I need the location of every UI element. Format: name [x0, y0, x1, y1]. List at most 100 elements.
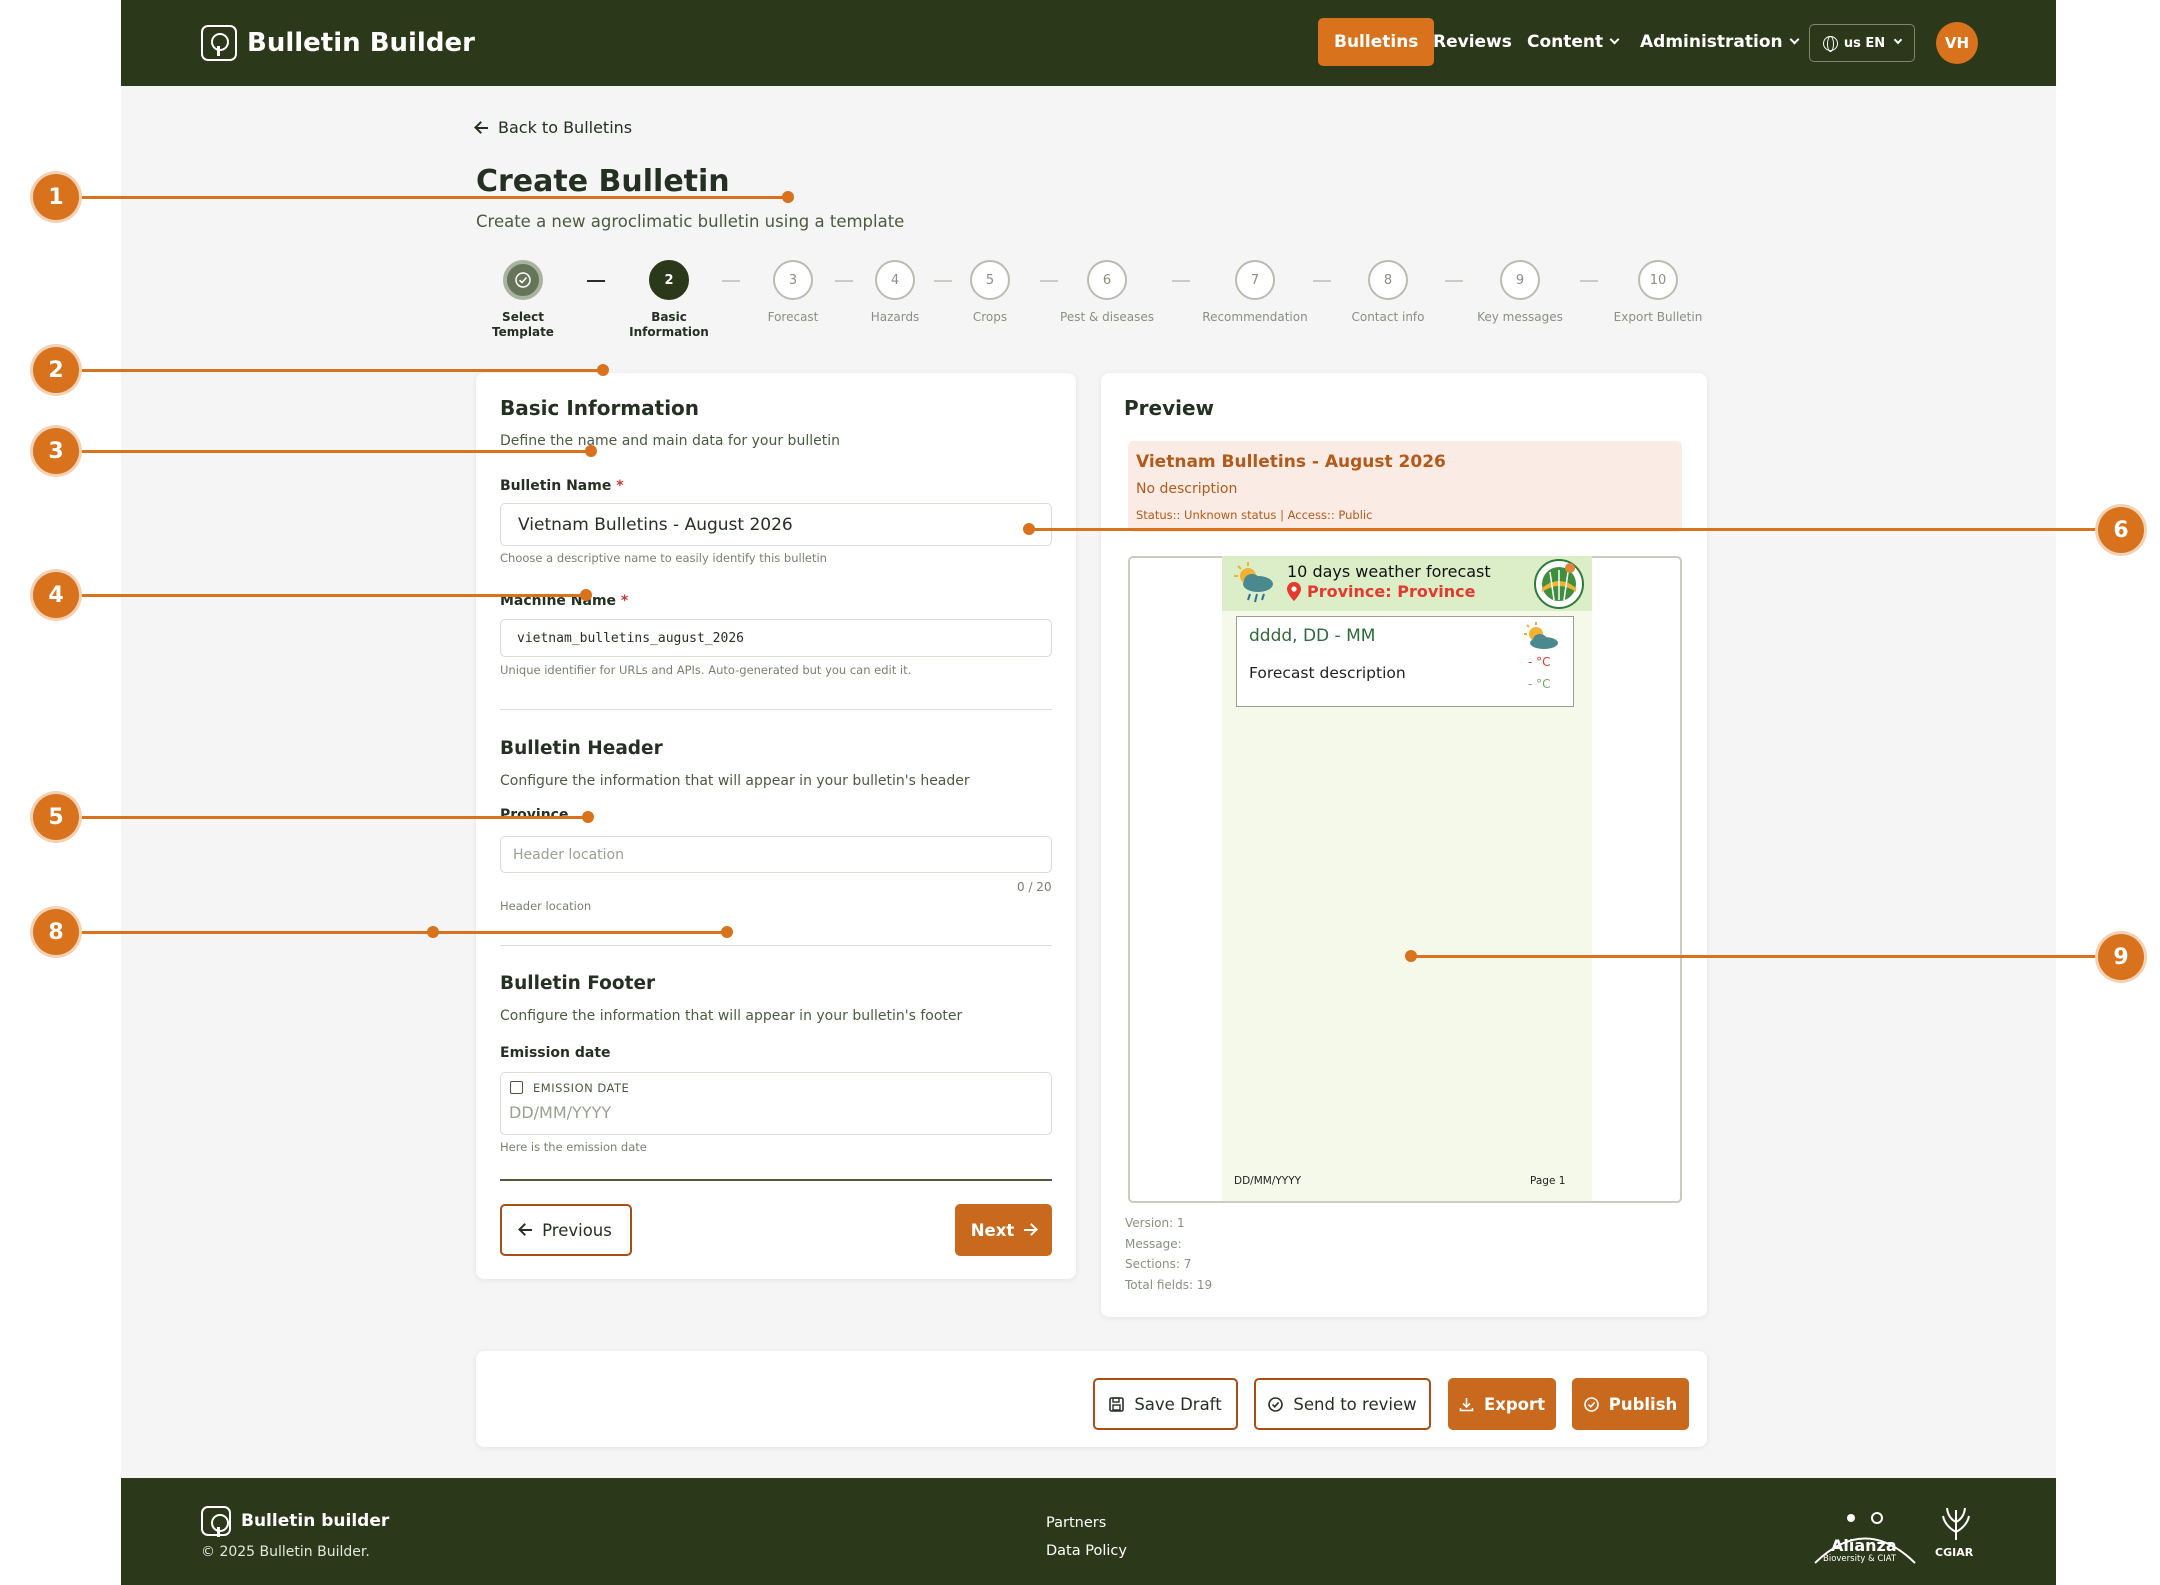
- publish-label: Publish: [1608, 1394, 1678, 1414]
- step-label: Key messages: [1460, 310, 1580, 325]
- footer-brand-name: Bulletin builder: [241, 1511, 390, 1531]
- step-connector: [1172, 280, 1190, 282]
- nav-reviews[interactable]: Reviews: [1433, 18, 1512, 66]
- step-label-line: Information: [629, 325, 709, 339]
- bulletin-footer-title: Bulletin Footer: [500, 973, 656, 994]
- nav-reviews-label: Reviews: [1433, 32, 1512, 52]
- nav-administration[interactable]: Administration: [1640, 18, 1800, 66]
- step-label-line: Template: [492, 325, 554, 339]
- required-mark: *: [616, 478, 624, 494]
- annotation-badge: 8: [33, 909, 79, 955]
- footer-link-partners[interactable]: Partners: [1046, 1515, 1106, 1531]
- preview-meta: Version: 1 Message: Sections: 7 Total fi…: [1125, 1213, 1212, 1295]
- step-number: 7: [1235, 260, 1275, 300]
- nav-administration-label: Administration: [1640, 32, 1783, 52]
- check-circle-icon: [1583, 1396, 1599, 1412]
- next-button[interactable]: Next: [955, 1204, 1052, 1256]
- bulletin-name-help: Choose a descriptive name to easily iden…: [500, 551, 827, 565]
- step-label-line: Key messages: [1477, 310, 1563, 324]
- arrow-right-icon: [1024, 1229, 1037, 1231]
- check-circle-icon: [1268, 1396, 1284, 1412]
- bulletin-header-title: Bulletin Header: [500, 738, 663, 759]
- rain-cloud-icon: [1234, 562, 1273, 603]
- cgiar-logo-text: CGIAR: [1935, 1546, 1974, 1559]
- machine-name-input[interactable]: vietnam_bulletins_august_2026: [500, 619, 1052, 657]
- step-10[interactable]: 10 Export Bulletin: [1598, 260, 1718, 325]
- step-9[interactable]: 9 Key messages: [1460, 260, 1580, 325]
- language-selector[interactable]: us EN: [1809, 24, 1915, 62]
- doc-footer-page: Page 1: [1530, 1175, 1566, 1187]
- nav-content[interactable]: Content: [1527, 18, 1620, 66]
- nav-bulletins-label: Bulletins: [1318, 18, 1435, 66]
- send-to-review-button[interactable]: Send to review: [1254, 1378, 1431, 1430]
- province-placeholder: Header location: [513, 846, 624, 863]
- step-6[interactable]: 6 Pest & diseases: [1047, 260, 1167, 325]
- annotation-badge: 9: [2098, 934, 2144, 980]
- alianza-logo-text: Alianza: [1831, 1536, 1897, 1555]
- form-nav-divider: [500, 1179, 1052, 1181]
- preview-description: No description: [1136, 481, 1238, 497]
- cgiar-wheat-icon: [1942, 1507, 1970, 1540]
- back-to-bulletins-link[interactable]: Back to Bulletins: [476, 118, 632, 137]
- step-number: 3: [773, 260, 813, 300]
- brand-name: Bulletin Builder: [247, 28, 475, 58]
- emission-date-placeholder[interactable]: DD/MM/YYYY: [509, 1103, 611, 1122]
- step-7[interactable]: 7 Recommendation: [1195, 260, 1315, 325]
- annotation-line: [1030, 528, 2120, 531]
- required-mark: *: [620, 593, 629, 609]
- previous-button-label: Previous: [542, 1220, 612, 1240]
- annotation-badge: 4: [33, 572, 79, 618]
- preview-bulletin-name: Vietnam Bulletins - August 2026: [1136, 452, 1446, 472]
- step-label-line: Crops: [972, 310, 1008, 324]
- annotation-dot: [1405, 950, 1417, 962]
- step-number: 4: [875, 260, 915, 300]
- step-label: Contact info: [1328, 310, 1448, 325]
- next-button-label: Next: [970, 1220, 1015, 1240]
- back-link-label: Back to Bulletins: [498, 118, 633, 137]
- user-avatar[interactable]: VH: [1936, 22, 1978, 64]
- site-footer: Bulletin builder © 2025 Bulletin Builder…: [121, 1478, 2056, 1585]
- brand[interactable]: Bulletin Builder: [201, 23, 475, 63]
- machine-name-value: vietnam_bulletins_august_2026: [517, 630, 744, 646]
- step-number: 8: [1368, 260, 1408, 300]
- annotation-badge: 3: [33, 428, 79, 474]
- save-draft-label: Save Draft: [1134, 1394, 1222, 1414]
- bulletin-name-value: Vietnam Bulletins - August 2026: [518, 514, 793, 535]
- doc-temp-min: - °C: [1528, 677, 1551, 691]
- publish-button[interactable]: Publish: [1572, 1378, 1689, 1430]
- step-5[interactable]: 5 Crops: [930, 260, 1050, 325]
- footer-link-data-policy[interactable]: Data Policy: [1046, 1543, 1127, 1559]
- basic-information-description: Define the name and main data for your b…: [500, 433, 840, 449]
- export-button[interactable]: Export: [1448, 1378, 1556, 1430]
- step-2[interactable]: 2 Basic Information: [609, 260, 729, 340]
- meta-total-fields: Total fields: 19: [1125, 1277, 1213, 1292]
- chevron-down-icon: [1609, 34, 1620, 44]
- step-number: 6: [1087, 260, 1127, 300]
- doc-footer-date: DD/MM/YYYY: [1234, 1175, 1302, 1187]
- bulletin-name-input[interactable]: Vietnam Bulletins - August 2026: [500, 503, 1052, 546]
- annotation-line: [56, 196, 790, 199]
- step-label-line: Export Bulletin: [1613, 310, 1703, 324]
- annotation-dot: [427, 926, 439, 938]
- annotation-dot: [585, 445, 597, 457]
- language-label: us EN: [1843, 35, 1886, 51]
- previous-button[interactable]: Previous: [500, 1204, 632, 1256]
- step-label: Export Bulletin: [1598, 310, 1718, 325]
- step-number: 2: [649, 260, 689, 300]
- annotation-dot: [721, 926, 733, 938]
- save-draft-button[interactable]: Save Draft: [1093, 1378, 1238, 1430]
- step-1[interactable]: Select Template: [463, 260, 583, 340]
- annotation-dot: [582, 811, 594, 823]
- bulletin-name-label-text: Bulletin Name: [500, 478, 612, 494]
- step-8[interactable]: 8 Contact info: [1328, 260, 1448, 325]
- arrow-left-icon: [520, 1229, 533, 1231]
- step-number: 5: [970, 260, 1010, 300]
- province-input[interactable]: Header location: [500, 836, 1052, 873]
- arrow-left-icon: [476, 126, 488, 129]
- annotation-line: [56, 369, 604, 372]
- annotation-badge: 6: [2098, 507, 2144, 553]
- step-label-line: Pest & diseases: [1060, 310, 1154, 324]
- nav-bulletins[interactable]: Bulletins: [1318, 18, 1435, 66]
- app-shell: [121, 0, 2056, 1585]
- annotation-badge: 2: [33, 347, 79, 393]
